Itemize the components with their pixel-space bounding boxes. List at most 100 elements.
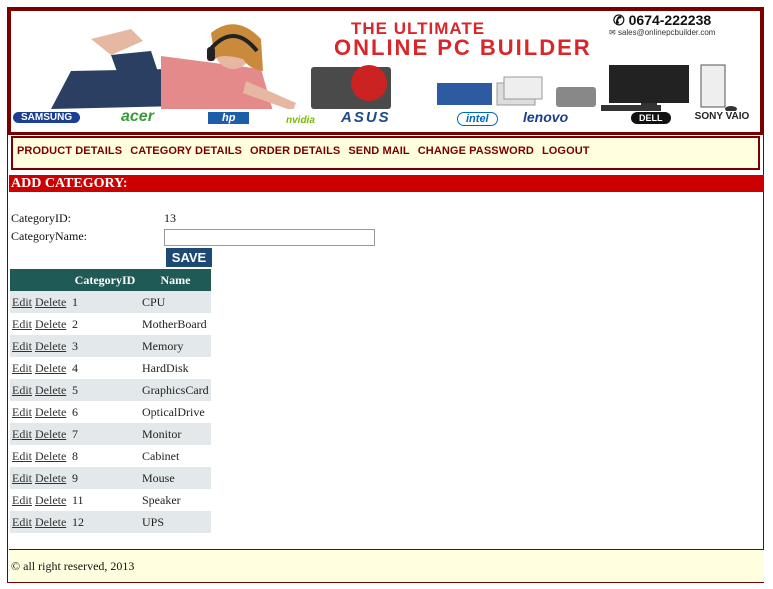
row-category-id: 2 — [70, 313, 140, 335]
row-category-name: Mouse — [140, 467, 211, 489]
row-category-name: GraphicsCard — [140, 379, 211, 401]
table-row: Edit Delete 1 CPU — [10, 291, 211, 313]
phone-number: ✆ 0674-222238 — [613, 12, 712, 28]
category-id-label: CategoryID: — [11, 211, 71, 225]
row-actions: Edit Delete — [10, 291, 70, 313]
brand-lenovo: lenovo — [523, 109, 569, 125]
nav-product-details[interactable]: PRODUCT DETAILS — [17, 145, 122, 157]
lowest-price-badge — [351, 65, 387, 101]
category-id-column-header[interactable]: CategoryID — [70, 269, 140, 291]
row-actions: Edit Delete — [10, 467, 70, 489]
row-actions: Edit Delete — [10, 489, 70, 511]
table-header-row: CategoryID Name — [10, 269, 211, 291]
phone-icon: ✆ — [613, 12, 625, 28]
delete-link[interactable]: Delete — [35, 471, 66, 485]
edit-link[interactable]: Edit — [12, 427, 32, 441]
delete-link[interactable]: Delete — [35, 295, 66, 309]
name-column-header[interactable]: Name — [140, 269, 211, 291]
nav-send-mail[interactable]: SEND MAIL — [348, 145, 409, 157]
edit-link[interactable]: Edit — [12, 471, 32, 485]
table-row: Edit Delete 4 HardDisk — [10, 357, 211, 379]
category-table: CategoryID Name Edit Delete 1 CPU Edit Dele… — [10, 269, 211, 533]
brand-samsung: SAMSUNG — [13, 112, 81, 123]
brand-hp: hp — [208, 112, 250, 124]
row-category-name: Memory — [140, 335, 211, 357]
row-category-id: 12 — [70, 511, 140, 533]
row-actions: Edit Delete — [10, 357, 70, 379]
row-category-name: MotherBoard — [140, 313, 211, 335]
delete-link[interactable]: Delete — [35, 339, 66, 353]
row-actions: Edit Delete — [10, 511, 70, 533]
row-category-name: OpticalDrive — [140, 401, 211, 423]
edit-link[interactable]: Edit — [12, 515, 32, 529]
table-row: Edit Delete 2 MotherBoard — [10, 313, 211, 335]
row-category-id: 3 — [70, 335, 140, 357]
nav-category-details[interactable]: CATEGORY DETAILS — [130, 145, 242, 157]
brand-sony-vaio: SONY VAIO — [694, 111, 750, 122]
delete-link[interactable]: Delete — [35, 427, 66, 441]
row-actions: Edit Delete — [10, 313, 70, 335]
edit-link[interactable]: Edit — [12, 449, 32, 463]
row-category-name: HardDisk — [140, 357, 211, 379]
table-row: Edit Delete 7 Monitor — [10, 423, 211, 445]
actions-column-header — [10, 269, 70, 291]
table-row: Edit Delete 12 UPS — [10, 511, 211, 533]
footer: © all right reserved, 2013 — [9, 549, 764, 582]
page: ✆ 0674-222238 ✉ sales@onlinepcbuilder.co… — [7, 7, 764, 583]
edit-link[interactable]: Edit — [12, 405, 32, 419]
row-category-id: 9 — [70, 467, 140, 489]
edit-link[interactable]: Edit — [12, 383, 32, 397]
delete-link[interactable]: Delete — [35, 515, 66, 529]
section-title: ADD CATEGORY: — [9, 175, 764, 192]
brand-dell: DELL — [631, 112, 671, 124]
row-category-name: Speaker — [140, 489, 211, 511]
edit-link[interactable]: Edit — [12, 361, 32, 375]
brand-intel: intel — [457, 112, 498, 126]
row-category-id: 1 — [70, 291, 140, 313]
brand-acer: acer — [121, 108, 154, 125]
row-category-name: Cabinet — [140, 445, 211, 467]
delete-link[interactable]: Delete — [35, 317, 66, 331]
site-banner: ✆ 0674-222238 ✉ sales@onlinepcbuilder.co… — [8, 8, 763, 135]
main-nav: PRODUCT DETAILS CATEGORY DETAILS ORDER D… — [11, 136, 760, 170]
brand-nvidia: nvidia — [286, 115, 315, 126]
row-category-id: 11 — [70, 489, 140, 511]
delete-link[interactable]: Delete — [35, 361, 66, 375]
table-body: Edit Delete 1 CPU Edit Delete 2 MotherBoard Ed… — [10, 291, 211, 533]
table-row: Edit Delete 6 OpticalDrive — [10, 401, 211, 423]
row-actions: Edit Delete — [10, 445, 70, 467]
nav-order-details[interactable]: ORDER DETAILS — [250, 145, 340, 157]
edit-link[interactable]: Edit — [12, 339, 32, 353]
row-category-id: 6 — [70, 401, 140, 423]
row-actions: Edit Delete — [10, 401, 70, 423]
edit-link[interactable]: Edit — [12, 317, 32, 331]
banner-image: ✆ 0674-222238 ✉ sales@onlinepcbuilder.co… — [11, 11, 760, 132]
nav-change-password[interactable]: CHANGE PASSWORD — [418, 145, 534, 157]
nav-logout[interactable]: LOGOUT — [542, 145, 590, 157]
row-category-name: UPS — [140, 511, 211, 533]
category-name-label: CategoryName: — [11, 229, 87, 243]
delete-link[interactable]: Delete — [35, 383, 66, 397]
delete-link[interactable]: Delete — [35, 405, 66, 419]
banner-illustration — [11, 11, 311, 121]
table-row: Edit Delete 3 Memory — [10, 335, 211, 357]
table-row: Edit Delete 9 Mouse — [10, 467, 211, 489]
category-id-value: 13 — [164, 211, 176, 225]
row-category-id: 5 — [70, 379, 140, 401]
edit-link[interactable]: Edit — [12, 295, 32, 309]
row-category-id: 7 — [70, 423, 140, 445]
row-actions: Edit Delete — [10, 379, 70, 401]
email-address: ✉ sales@onlinepcbuilder.com — [609, 28, 716, 37]
row-actions: Edit Delete — [10, 335, 70, 357]
edit-link[interactable]: Edit — [12, 493, 32, 507]
delete-link[interactable]: Delete — [35, 493, 66, 507]
row-category-id: 8 — [70, 445, 140, 467]
brand-asus: ASUS — [341, 109, 391, 126]
category-name-input[interactable] — [164, 229, 375, 246]
delete-link[interactable]: Delete — [35, 449, 66, 463]
save-button[interactable]: SAVE — [166, 248, 212, 267]
product-images — [311, 64, 737, 111]
row-category-name: CPU — [140, 291, 211, 313]
mail-icon: ✉ — [609, 28, 616, 37]
row-category-name: Monitor — [140, 423, 211, 445]
